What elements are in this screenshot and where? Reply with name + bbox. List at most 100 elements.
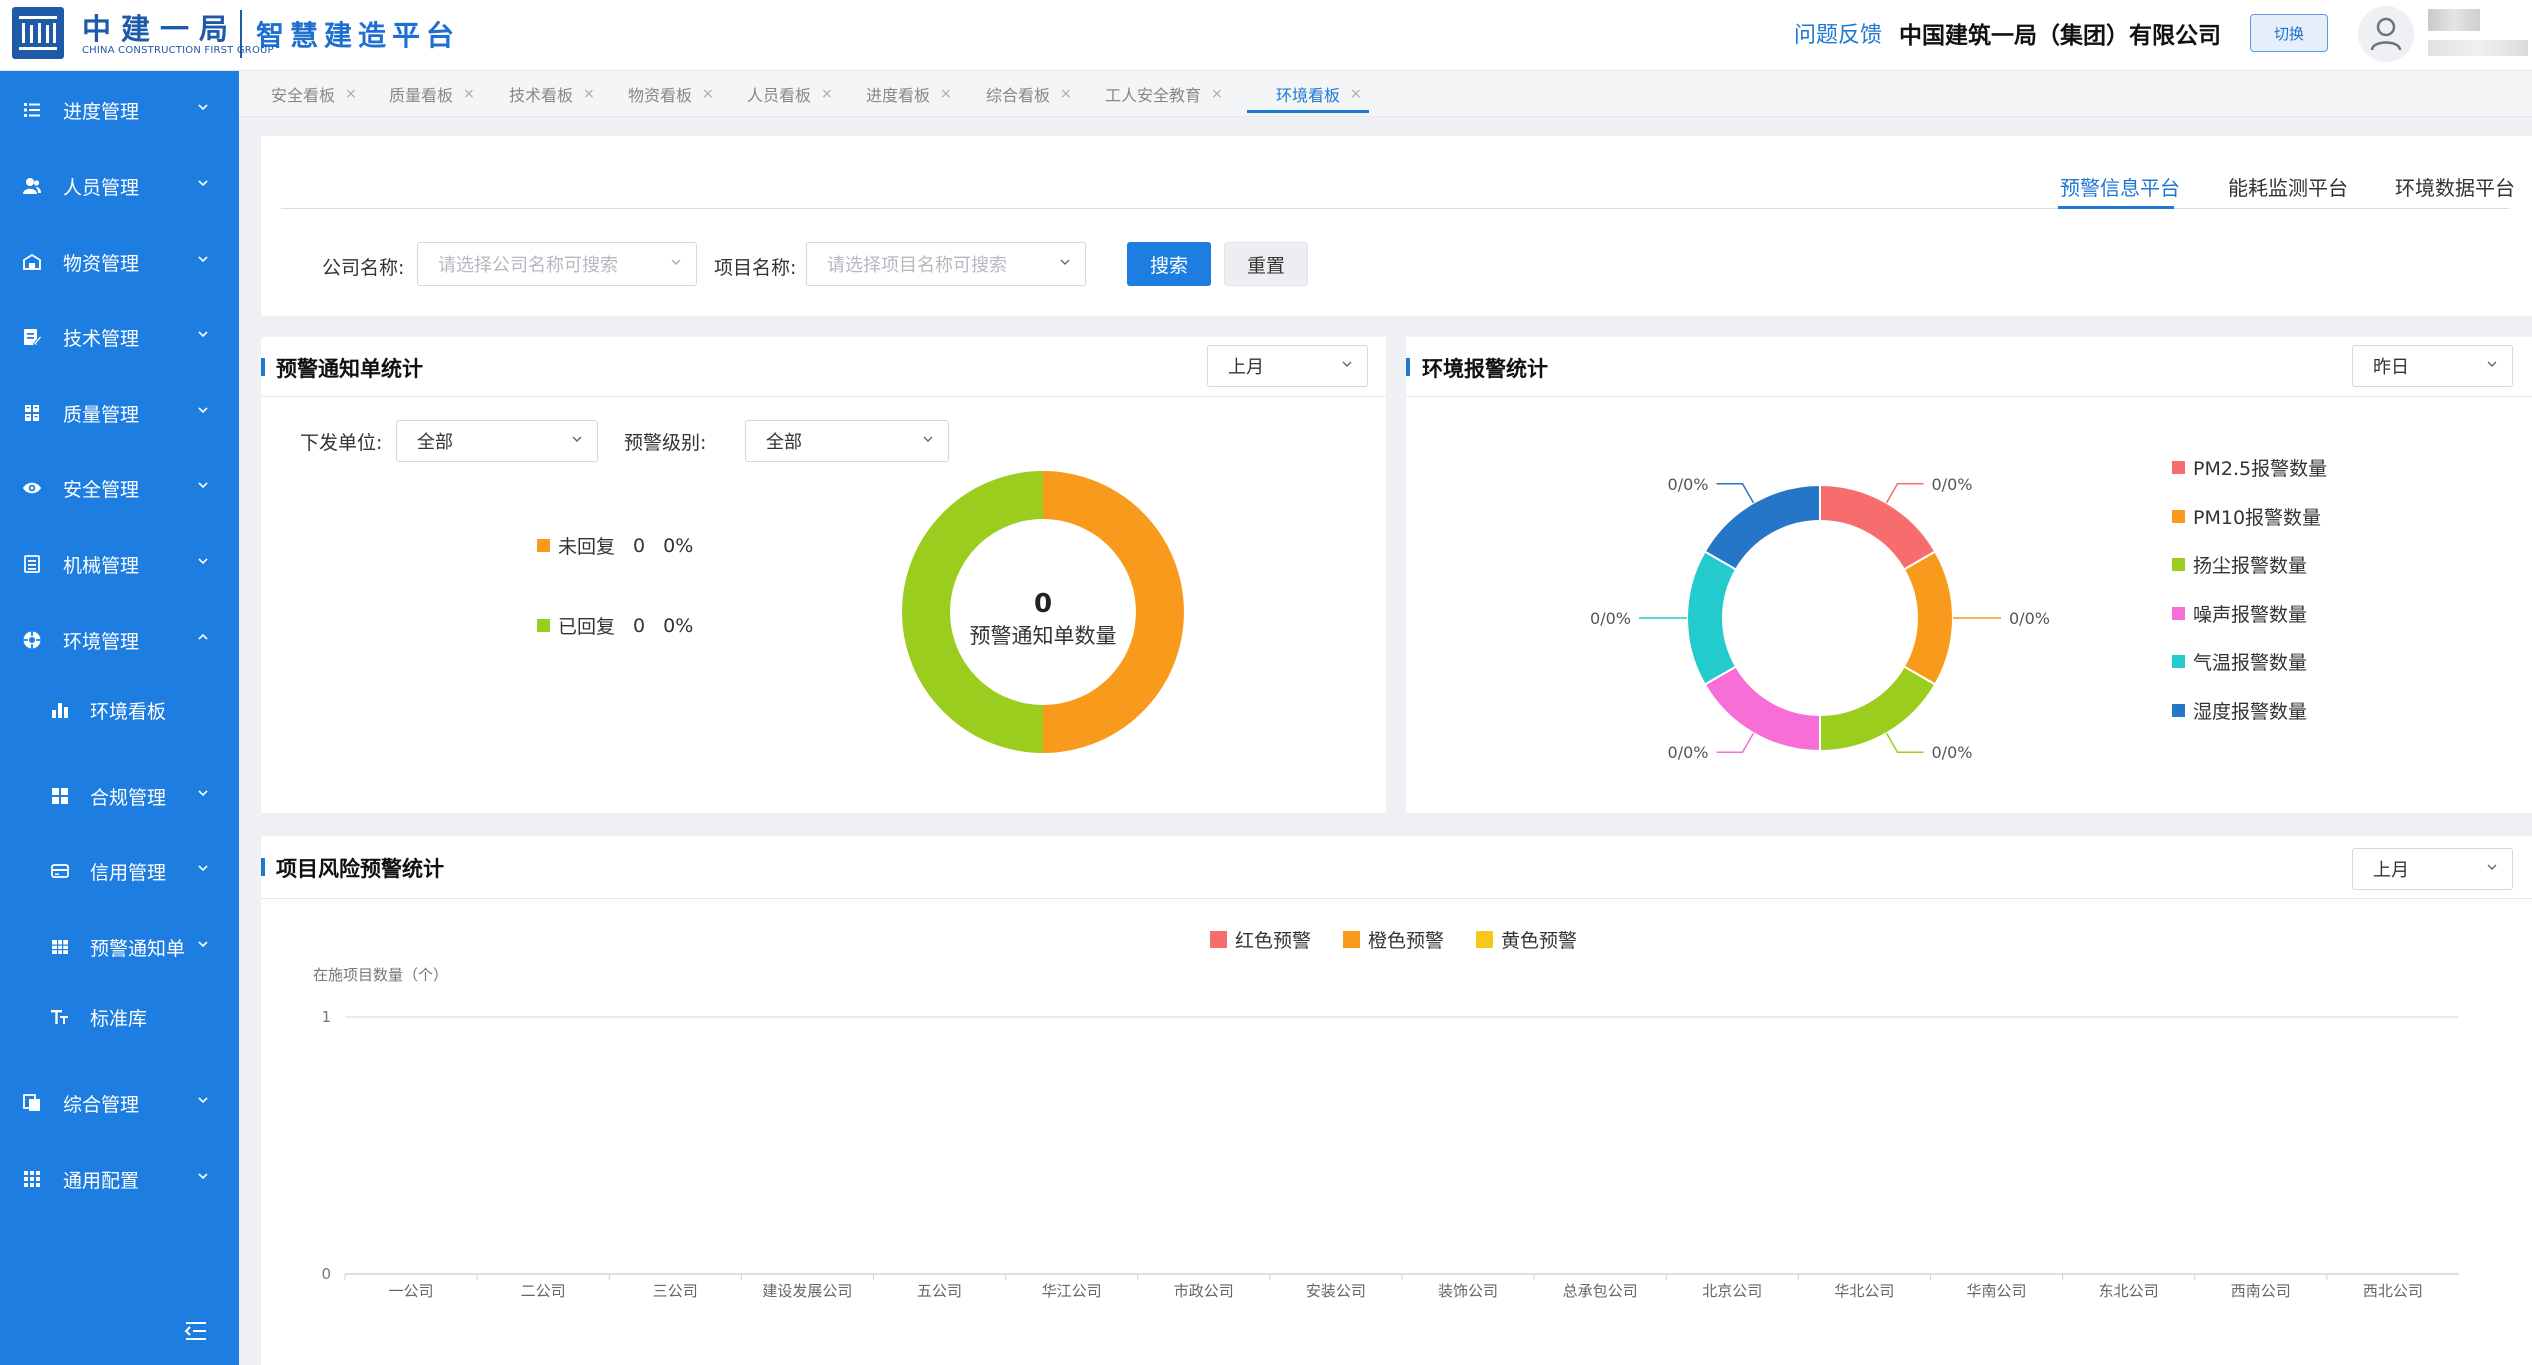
tab-environment-board[interactable]: 环境看板 ×: [1276, 79, 1362, 109]
tab-label: 综合看板: [986, 86, 1051, 105]
platform-tab-energy[interactable]: 能耗监测平台: [2228, 172, 2348, 201]
y-tick-label: 0: [321, 1265, 331, 1283]
close-icon[interactable]: ×: [821, 86, 833, 102]
donut-slice-replied[interactable]: [902, 471, 1043, 753]
legend-label[interactable]: 橙色预警: [1368, 930, 1444, 952]
tab-technology-board[interactable]: 技术看板 ×: [509, 79, 595, 109]
sidebar-item-compliance[interactable]: 合规管理: [0, 766, 239, 826]
tab-worker-safety-education[interactable]: 工人安全教育 ×: [1105, 79, 1223, 109]
sidebar-item-label: 进度管理: [63, 100, 140, 123]
search-button[interactable]: 搜索: [1127, 242, 1211, 286]
environment-legend-item[interactable]: 噪声报警数量: [2172, 600, 2307, 627]
sidebar-item-standards[interactable]: 标准库: [0, 987, 239, 1047]
chevron-down-icon: [198, 104, 208, 111]
tab-quality-board[interactable]: 质量看板 ×: [389, 79, 475, 109]
sidebar-item-technology[interactable]: 技术管理: [0, 307, 239, 367]
user-avatar[interactable]: [2358, 6, 2414, 62]
sidebar-item-comprehensive[interactable]: 综合管理: [0, 1073, 239, 1133]
close-icon[interactable]: ×: [702, 86, 714, 102]
chevron-down-icon: [198, 407, 208, 414]
environment-period-value: 昨日: [2373, 357, 2409, 378]
close-icon[interactable]: ×: [940, 86, 952, 102]
environment-legend-item[interactable]: 气温报警数量: [2172, 648, 2307, 675]
sidebar-item-credit[interactable]: 信用管理: [0, 841, 239, 901]
environment-alarm-title: 环境报警统计: [1422, 357, 1548, 381]
close-icon[interactable]: ×: [345, 86, 357, 102]
chevron-down-icon: [1060, 259, 1070, 265]
environment-legend-item[interactable]: 湿度报警数量: [2172, 697, 2307, 724]
company-placeholder: 请选择公司名称可搜索: [438, 255, 618, 276]
environment-panel-divider: [1406, 396, 2532, 397]
platform-tab-warning[interactable]: 预警信息平台: [2060, 172, 2180, 201]
close-icon[interactable]: ×: [1060, 86, 1072, 102]
environment-slice[interactable]: [1819, 483, 1937, 571]
sidebar-item-environment-board[interactable]: 环境看板: [0, 680, 239, 740]
legend-swatch: [537, 619, 550, 632]
company-name-en: CHINA CONSTRUCTION FIRST GROUP: [82, 45, 274, 56]
sidebar-item-general-config[interactable]: 通用配置: [0, 1149, 239, 1209]
sidebar-item-warning-notice[interactable]: 预警通知单: [0, 917, 239, 977]
switch-org-button[interactable]: 切换: [2250, 14, 2328, 52]
collapse-sidebar-icon[interactable]: [183, 1320, 209, 1342]
legend-label: 噪声报警数量: [2193, 603, 2308, 626]
company-logo-icon: [12, 7, 64, 59]
chevron-down-icon: [198, 1173, 208, 1180]
tab-safety-board[interactable]: 安全看板 ×: [271, 79, 357, 109]
company-select[interactable]: 请选择公司名称可搜索: [417, 242, 697, 286]
warning-level-label: 预警级别:: [624, 432, 707, 454]
environment-slice[interactable]: [1902, 550, 1954, 686]
callout-label: 0/0%: [1932, 743, 1973, 762]
legend-label[interactable]: 黄色预警: [1501, 930, 1577, 952]
tab-personnel-board[interactable]: 人员看板 ×: [747, 79, 833, 109]
issuing-unit-select[interactable]: 全部: [396, 420, 598, 462]
environment-period-select[interactable]: 昨日: [2352, 345, 2513, 387]
sidebar-item-materials[interactable]: 物资管理: [0, 232, 239, 292]
legend-item-unreplied[interactable]: 未回复 0 0%: [537, 532, 693, 559]
bar-chart-icon: [52, 703, 68, 718]
sidebar-item-machinery[interactable]: 机械管理: [0, 534, 239, 594]
sidebar-item-progress[interactable]: 进度管理: [0, 80, 239, 140]
sidebar-item-personnel[interactable]: 人员管理: [0, 156, 239, 216]
close-icon[interactable]: ×: [1350, 86, 1362, 102]
environment-slice[interactable]: [1819, 665, 1937, 753]
risk-panel-divider: [261, 898, 2532, 899]
callout-line: [1885, 732, 1924, 753]
donut-slice-unreplied[interactable]: [1043, 471, 1184, 753]
tab-comprehensive-board[interactable]: 综合看板 ×: [986, 79, 1072, 109]
notice-panel-divider: [261, 396, 1386, 397]
platform-tab-environment-data[interactable]: 环境数据平台: [2395, 172, 2515, 201]
environment-slice[interactable]: [1703, 483, 1821, 571]
active-tab-indicator: [1247, 110, 1369, 113]
legend-swatch: [1210, 931, 1227, 948]
users-icon: [23, 178, 41, 194]
x-tick-label: 东北公司: [2099, 1282, 2159, 1300]
close-icon[interactable]: ×: [463, 86, 475, 102]
sidebar-item-label: 环境看板: [90, 700, 167, 723]
close-icon[interactable]: ×: [1211, 86, 1223, 102]
donut-center-value: 0: [1034, 589, 1052, 619]
environment-slice[interactable]: [1686, 550, 1738, 686]
legend-swatch: [537, 539, 550, 552]
user-name-redacted: [2428, 9, 2480, 31]
environment-legend-item[interactable]: 扬尘报警数量: [2172, 551, 2307, 578]
risk-period-select[interactable]: 上月: [2352, 848, 2513, 890]
x-tick-label: 西北公司: [2363, 1282, 2423, 1300]
environment-legend-item[interactable]: PM10报警数量: [2172, 503, 2321, 530]
close-icon[interactable]: ×: [583, 86, 595, 102]
sidebar-item-environment[interactable]: 环境管理: [0, 610, 239, 670]
feedback-link[interactable]: 问题反馈: [1794, 17, 1882, 49]
tab-materials-board[interactable]: 物资看板 ×: [628, 79, 714, 109]
warning-level-select[interactable]: 全部: [745, 420, 949, 462]
notice-period-select[interactable]: 上月: [1207, 345, 1368, 387]
legend-label[interactable]: 红色预警: [1235, 930, 1311, 952]
environment-legend-item[interactable]: PM2.5报警数量: [2172, 454, 2327, 481]
tab-progress-board[interactable]: 进度看板 ×: [866, 79, 952, 109]
sidebar-item-safety[interactable]: 安全管理: [0, 458, 239, 518]
sidebar-item-label: 综合管理: [63, 1093, 140, 1116]
project-select[interactable]: 请选择项目名称可搜索: [806, 242, 1086, 286]
environment-slice[interactable]: [1703, 665, 1821, 753]
legend-item-replied[interactable]: 已回复 0 0%: [537, 612, 693, 639]
sidebar-item-label: 合规管理: [90, 786, 167, 809]
reset-button[interactable]: 重置: [1224, 242, 1308, 286]
sidebar-item-quality[interactable]: 质量管理: [0, 383, 239, 443]
